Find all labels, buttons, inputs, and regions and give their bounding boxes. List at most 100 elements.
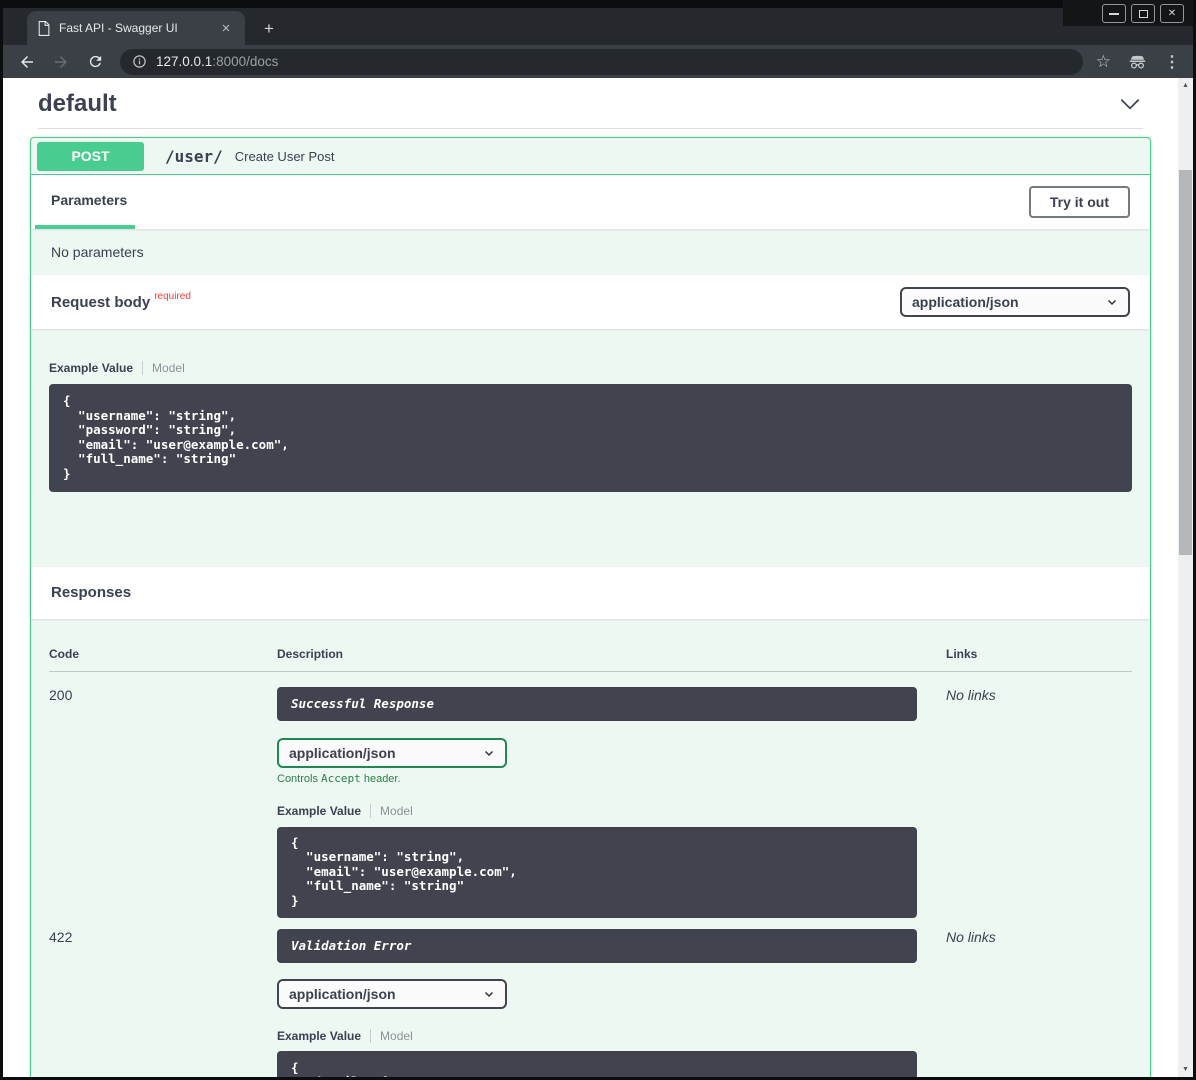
responses-table: Code Description Links 200 Successful Re…: [31, 619, 1150, 1077]
response-description-text: Validation Error: [291, 938, 411, 953]
tab-model[interactable]: Model: [380, 1029, 413, 1043]
response-code: 422: [49, 929, 277, 945]
collapse-chevron-icon[interactable]: [1117, 91, 1143, 117]
parameters-header: Parameters Try it out: [31, 175, 1150, 229]
request-body-title: Request body: [51, 294, 150, 311]
accept-note-suffix: header.: [361, 773, 401, 785]
operation-description: Create User Post: [235, 149, 335, 164]
minimize-button[interactable]: [1102, 4, 1126, 23]
response-links: No links: [946, 929, 1132, 945]
tab-bar: Fast API - Swagger UI × +: [3, 8, 1193, 45]
browser-menu-icon[interactable]: ⋮: [1164, 52, 1182, 72]
responses-header: Responses: [31, 567, 1150, 619]
tab-example-value[interactable]: Example Value: [277, 804, 361, 818]
incognito-icon: [1127, 51, 1148, 72]
page-scrollbar[interactable]: ▲ ▼: [1178, 78, 1193, 1077]
chevron-down-icon: [483, 747, 495, 759]
example-model-tabs: Example Value Model: [49, 361, 1132, 375]
column-header-links: Links: [946, 647, 1132, 661]
minimize-icon: [1109, 13, 1119, 15]
response-media-type-wrap: application/json Controls Accept header.: [277, 738, 917, 785]
tab-model[interactable]: Model: [152, 361, 185, 375]
tab-divider: [370, 1029, 371, 1043]
scrollbar-down-icon[interactable]: ▼: [1178, 1062, 1193, 1077]
address-bar[interactable]: 127.0.0.1:8000/docs: [120, 49, 1083, 75]
accept-header-note: Controls Accept header.: [277, 772, 917, 785]
page-viewport: default POST /user/ Create User Post Par…: [3, 78, 1178, 1077]
operation-path: /user/: [165, 147, 223, 166]
parameters-title: Parameters: [51, 192, 127, 208]
tab-example-value[interactable]: Example Value: [277, 1029, 361, 1043]
try-it-out-button[interactable]: Try it out: [1029, 186, 1130, 218]
response-description-text: Successful Response: [291, 696, 434, 711]
response-links: No links: [946, 687, 1132, 703]
window-controls: ✕: [1102, 4, 1184, 23]
request-media-type-select[interactable]: application/json: [900, 287, 1130, 317]
tab-example-value[interactable]: Example Value: [49, 361, 133, 375]
response-description-bar: Validation Error: [277, 929, 917, 963]
column-header-code: Code: [49, 647, 277, 661]
request-body-header: Request body required application/json: [31, 275, 1150, 329]
tab-divider: [142, 361, 143, 375]
new-tab-button[interactable]: +: [257, 17, 281, 41]
close-button[interactable]: ✕: [1160, 4, 1184, 23]
request-media-type-value: application/json: [912, 294, 1019, 310]
scrollbar-up-icon[interactable]: ▲: [1178, 78, 1193, 93]
response-example-json: { "detail": [: [277, 1051, 917, 1077]
forward-button[interactable]: [48, 49, 74, 75]
reload-button[interactable]: [82, 49, 108, 75]
accept-note-prefix: Controls: [277, 773, 321, 785]
request-body-example-section: Example Value Model { "username": "strin…: [31, 329, 1150, 567]
maximize-button[interactable]: [1131, 4, 1155, 23]
example-model-tabs: Example Value Model: [277, 1029, 917, 1043]
response-media-type-value: application/json: [289, 986, 396, 1002]
response-row-200: 200 Successful Response application/json: [49, 672, 1132, 918]
swagger-content: default POST /user/ Create User Post Par…: [3, 78, 1178, 1077]
url-text: 127.0.0.1:8000/docs: [156, 54, 278, 69]
opblock-post-user: POST /user/ Create User Post Parameters …: [30, 137, 1151, 1077]
response-code: 200: [49, 687, 277, 703]
chevron-down-icon: [1106, 296, 1118, 308]
url-path: :8000/docs: [212, 54, 278, 69]
response-media-type-value: application/json: [289, 745, 396, 761]
response-media-type-select[interactable]: application/json: [277, 738, 507, 768]
required-flag: required: [154, 291, 191, 302]
response-example-json: { "username": "string", "email": "user@e…: [277, 827, 917, 918]
chevron-down-icon: [483, 988, 495, 1000]
toolbar-right: ☆ ⋮: [1096, 51, 1182, 72]
url-host: 127.0.0.1: [156, 54, 212, 69]
site-info-icon[interactable]: [132, 54, 147, 69]
example-model-tabs: Example Value Model: [277, 804, 917, 818]
scrollbar-thumb[interactable]: [1179, 170, 1192, 555]
browser-tab[interactable]: Fast API - Swagger UI ×: [27, 11, 245, 45]
request-example-json: { "username": "string", "password": "str…: [49, 384, 1132, 492]
tag-group-title: default: [38, 90, 117, 118]
forward-icon: [52, 53, 70, 71]
method-badge: POST: [37, 142, 144, 171]
maximize-icon: [1139, 10, 1148, 18]
response-description-bar: Successful Response: [277, 687, 917, 721]
tab-title: Fast API - Swagger UI: [59, 21, 217, 35]
tab-close-icon[interactable]: ×: [217, 19, 235, 37]
bookmark-star-icon[interactable]: ☆: [1096, 52, 1111, 72]
back-button[interactable]: [14, 49, 40, 75]
page-favicon-icon: [37, 21, 50, 36]
response-description-cell: Validation Error application/json E: [277, 929, 917, 1077]
response-media-type-select[interactable]: application/json: [277, 979, 507, 1009]
parameters-tab: Parameters: [35, 175, 135, 229]
response-description-cell: Successful Response application/json Con…: [277, 687, 917, 918]
tab-model[interactable]: Model: [380, 804, 413, 818]
response-row-422: 422 Validation Error application/json: [49, 918, 1132, 1077]
response-media-type-wrap: application/json: [277, 979, 917, 1009]
tag-group-header[interactable]: default: [38, 88, 1143, 129]
responses-table-header: Code Description Links: [49, 619, 1132, 672]
tab-divider: [370, 804, 371, 818]
back-icon: [18, 53, 36, 71]
browser-toolbar: 127.0.0.1:8000/docs ☆ ⋮: [3, 45, 1193, 78]
responses-title: Responses: [51, 584, 131, 601]
no-parameters-message: No parameters: [31, 229, 1150, 275]
column-header-description: Description: [277, 647, 917, 661]
spacer: [49, 492, 1132, 567]
reload-icon: [87, 53, 104, 70]
operation-summary[interactable]: POST /user/ Create User Post: [31, 138, 1150, 175]
